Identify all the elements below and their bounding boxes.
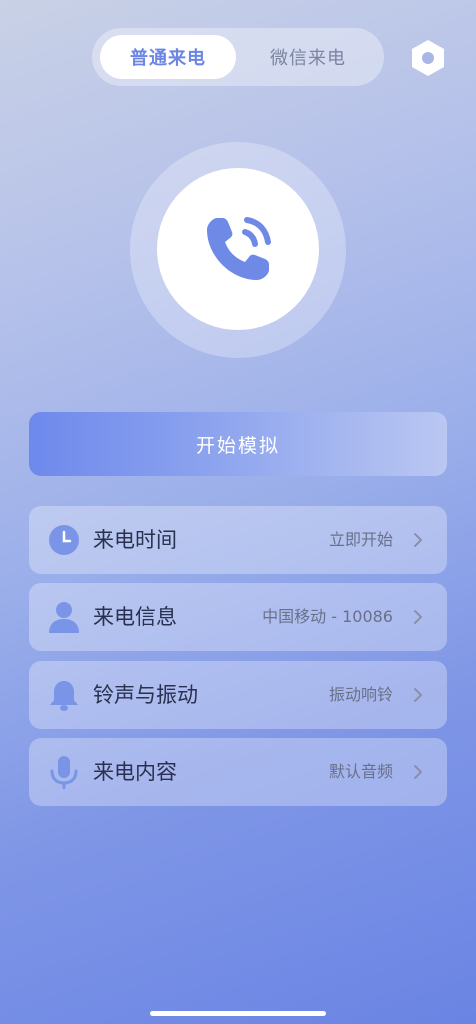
row-call-content[interactable]: 来电内容 默认音频 [29,738,447,806]
row-call-time[interactable]: 来电时间 立即开始 [29,506,447,574]
row-value: 中国移动 - 10086 [262,607,393,626]
home-indicator[interactable] [150,1011,326,1016]
row-call-info[interactable]: 来电信息 中国移动 - 10086 [29,583,447,651]
phone-call-icon[interactable] [157,168,319,330]
tab-wechat-call[interactable]: 微信来电 [240,35,376,79]
microphone-icon [46,754,82,790]
chevron-right-icon [414,610,422,624]
bell-icon [46,677,82,713]
start-simulation-button[interactable]: 开始模拟 [29,412,447,476]
row-value: 振动响铃 [328,685,393,704]
chevron-right-icon [414,765,422,779]
tab-normal-call[interactable]: 普通来电 [100,35,236,79]
row-value: 默认音频 [328,762,393,781]
row-ringtone-vibration[interactable]: 铃声与振动 振动响铃 [29,661,447,729]
row-value: 立即开始 [328,530,393,549]
row-label: 来电时间 [93,528,177,552]
row-label: 铃声与振动 [93,683,198,707]
chevron-right-icon [414,533,422,547]
call-type-tabs: 普通来电 微信来电 [92,28,384,86]
row-label: 来电信息 [93,605,177,629]
row-label: 来电内容 [93,760,177,784]
chevron-right-icon [414,688,422,702]
person-icon [46,599,82,635]
settings-icon[interactable] [408,38,448,78]
clock-icon [46,522,82,558]
